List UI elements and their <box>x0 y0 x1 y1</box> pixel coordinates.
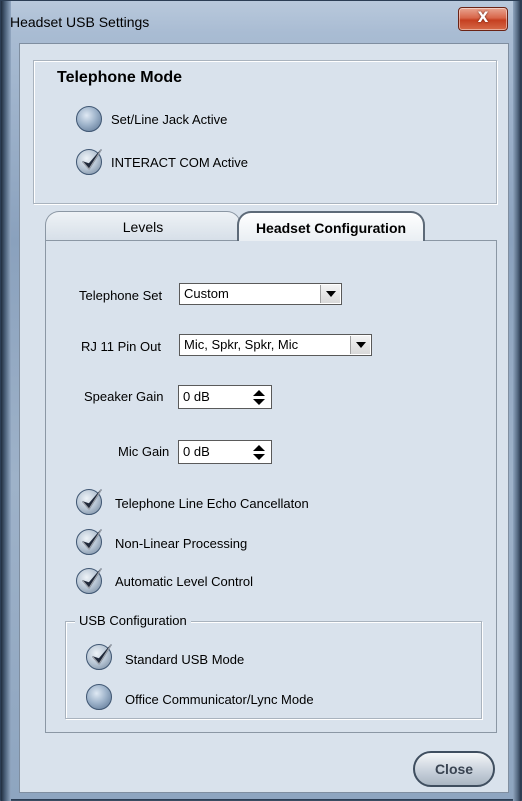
spin-down-icon[interactable] <box>253 399 265 405</box>
speaker-gain-stepper[interactable]: 0 dB <box>178 385 272 409</box>
chevron-down-icon <box>320 285 340 303</box>
spin-up-icon[interactable] <box>253 445 265 451</box>
window-close-button[interactable]: X <box>458 7 508 31</box>
close-button[interactable]: Close <box>413 751 495 787</box>
window-title: Headset USB Settings <box>10 14 150 30</box>
automatic-level-control-check[interactable] <box>76 568 102 594</box>
tab-levels[interactable]: Levels <box>45 211 241 241</box>
checkmark-icon <box>82 529 102 550</box>
standard-usb-mode-check[interactable] <box>86 644 112 670</box>
tab-headset-configuration[interactable]: Headset Configuration <box>237 211 425 241</box>
speaker-gain-label: Speaker Gain <box>84 389 164 404</box>
spin-down-icon[interactable] <box>253 454 265 460</box>
office-communicator-label: Office Communicator/Lync Mode <box>125 692 314 707</box>
telephone-set-dropdown[interactable]: Custom <box>179 283 342 305</box>
checkmark-icon <box>82 489 102 510</box>
set-line-jack-label: Set/Line Jack Active <box>111 112 228 127</box>
automatic-level-control-label: Automatic Level Control <box>115 574 254 589</box>
mic-gain-value: 0 dB <box>183 444 210 459</box>
window-right-border <box>513 1 521 801</box>
telephone-mode-title: Telephone Mode <box>57 69 183 86</box>
rj11-pin-out-value: Mic, Spkr, Spkr, Mic <box>184 337 299 352</box>
settings-window: Headset USB Settings X Telephone Mode Se… <box>0 0 522 801</box>
checkmark-icon <box>82 149 102 170</box>
interact-com-label: INTERACT COM Active <box>111 155 249 170</box>
echo-cancellation-label: Telephone Line Echo Cancellaton <box>115 496 309 511</box>
window-left-border <box>1 1 11 801</box>
mic-gain-label: Mic Gain <box>118 444 170 459</box>
standard-usb-mode-label: Standard USB Mode <box>125 652 245 667</box>
speaker-gain-value: 0 dB <box>183 389 210 404</box>
interact-com-check[interactable] <box>76 149 102 175</box>
echo-cancellation-check[interactable] <box>76 489 102 515</box>
mic-gain-stepper[interactable]: 0 dB <box>178 440 272 464</box>
rj11-pin-out-label: RJ 11 Pin Out <box>81 339 161 354</box>
usb-configuration-title: USB Configuration <box>75 613 191 628</box>
office-communicator-radio[interactable] <box>86 684 112 710</box>
telephone-set-label: Telephone Set <box>79 288 163 303</box>
set-line-jack-radio[interactable] <box>76 106 102 132</box>
checkmark-icon <box>92 644 112 665</box>
close-icon: X <box>477 10 489 26</box>
chevron-down-icon <box>350 336 370 354</box>
spin-up-icon[interactable] <box>253 390 265 396</box>
telephone-set-value: Custom <box>184 286 229 301</box>
rj11-pin-out-dropdown[interactable]: Mic, Spkr, Spkr, Mic <box>179 334 372 356</box>
non-linear-processing-label: Non-Linear Processing <box>115 536 248 551</box>
non-linear-processing-check[interactable] <box>76 529 102 555</box>
checkmark-icon <box>82 568 102 589</box>
